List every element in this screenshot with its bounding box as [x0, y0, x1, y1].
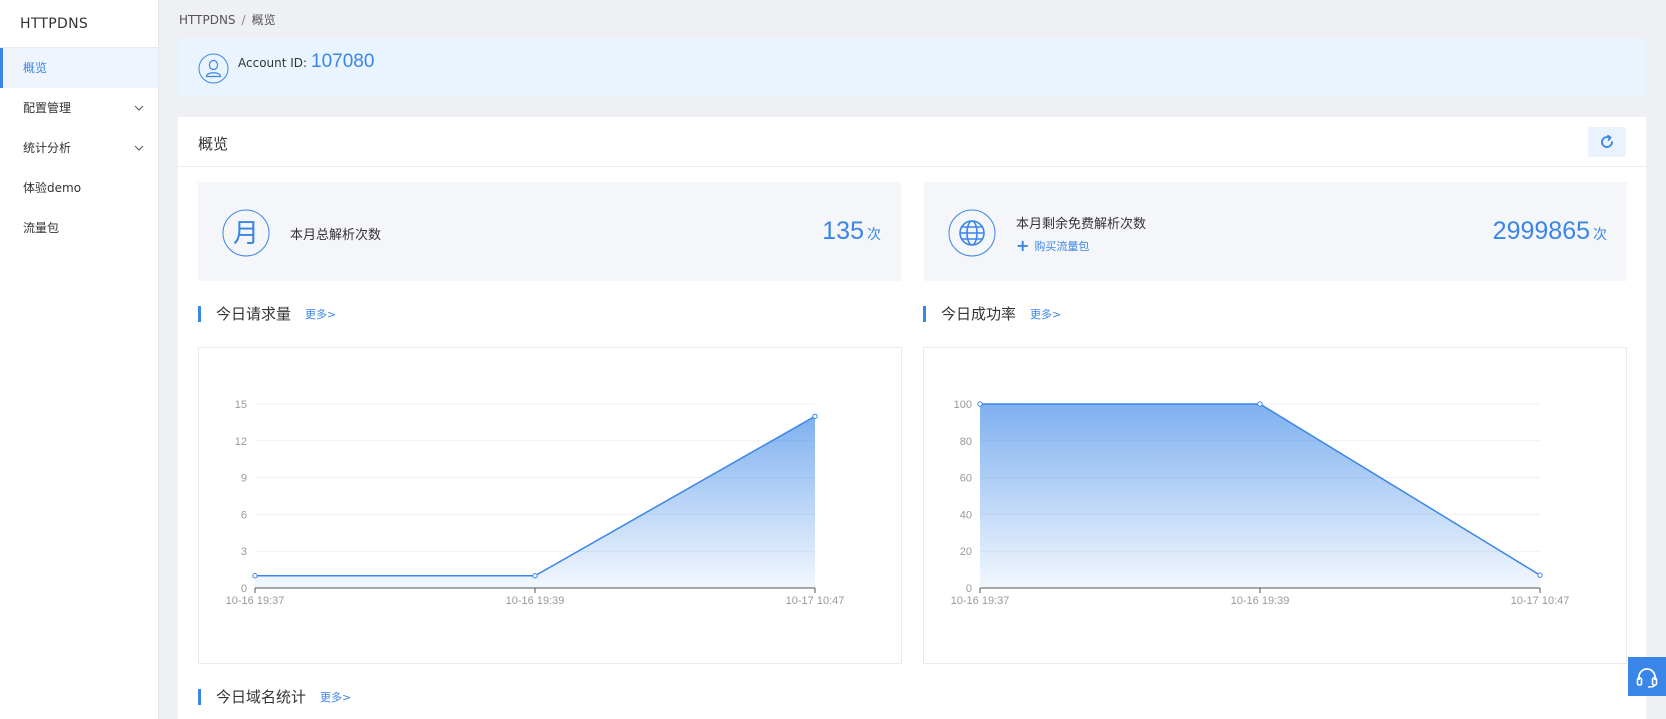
- refresh-button[interactable]: [1588, 127, 1626, 157]
- chevron-down-icon: [134, 105, 144, 111]
- more-link[interactable]: 更多>: [320, 689, 351, 705]
- more-link[interactable]: 更多>: [305, 306, 336, 322]
- y-tick-label: 40: [960, 509, 972, 521]
- y-tick-label: 12: [235, 436, 247, 448]
- x-tick-label: 10-17 10:47: [1511, 595, 1570, 607]
- x-tick-label: 10-16 19:37: [226, 595, 285, 607]
- data-point: [532, 573, 538, 579]
- panel-title: 概览: [198, 135, 229, 153]
- section-success: 今日成功率 更多>: [923, 303, 1061, 324]
- y-tick-label: 9: [241, 473, 247, 485]
- y-tick-label: 0: [241, 583, 247, 595]
- stat-number: 2999865: [1492, 217, 1590, 245]
- y-tick-label: 6: [241, 509, 247, 521]
- buy-traffic-package-link[interactable]: + 购买流量包: [1016, 238, 1089, 254]
- section-accent-bar: [198, 688, 201, 705]
- stat-unit: 次: [1593, 226, 1607, 242]
- panel-header: 概览: [178, 117, 1646, 167]
- chevron-down-icon: [134, 145, 144, 151]
- sidebar-item-label: 体验demo: [23, 181, 82, 195]
- breadcrumb-current: 概览: [251, 13, 276, 27]
- y-tick-label: 3: [241, 546, 247, 558]
- data-point: [1537, 572, 1543, 578]
- globe-icon: [948, 209, 996, 257]
- account-id-label: Account ID:: [238, 56, 308, 70]
- y-tick-label: 0: [966, 583, 972, 595]
- stat-card-remaining-free: 本月剩余免费解析次数 + 购买流量包 2999865 次: [924, 182, 1627, 281]
- area-fill: [255, 416, 815, 588]
- y-tick-label: 20: [960, 546, 972, 558]
- stat-unit: 次: [867, 226, 881, 242]
- support-button[interactable]: [1628, 657, 1666, 696]
- svg-text:月: 月: [233, 219, 259, 249]
- section-title: 今日成功率: [941, 305, 1017, 323]
- section-domains: 今日域名统计 更多>: [198, 686, 351, 707]
- data-point: [977, 401, 983, 407]
- sidebar-item-traffic-package[interactable]: 流量包: [0, 208, 158, 248]
- y-tick-label: 80: [960, 436, 972, 448]
- buy-link-label: 购买流量包: [1034, 240, 1090, 253]
- sidebar: HTTPDNS 概览 配置管理 统计分析 体验demo 流量包: [0, 0, 159, 719]
- sidebar-item-label: 流量包: [23, 221, 60, 235]
- sidebar-item-label: 概览: [23, 61, 48, 75]
- section-requests: 今日请求量 更多>: [198, 303, 336, 324]
- stat-value: 135 次: [822, 217, 881, 246]
- area-fill: [980, 404, 1540, 588]
- sidebar-item-label: 统计分析: [23, 141, 72, 155]
- sidebar-item-label: 配置管理: [23, 101, 72, 115]
- stat-card-monthly-total: 月 本月总解析次数 135 次: [198, 182, 901, 281]
- headset-icon: [1636, 667, 1658, 688]
- sidebar-item-demo[interactable]: 体验demo: [0, 168, 158, 208]
- data-point: [252, 573, 258, 579]
- account-id-value: 107080: [311, 51, 375, 72]
- stat-value: 2999865 次: [1493, 217, 1607, 246]
- refresh-icon: [1601, 134, 1613, 148]
- more-link[interactable]: 更多>: [1030, 306, 1061, 322]
- plus-icon: +: [1016, 236, 1030, 255]
- section-accent-bar: [923, 305, 926, 322]
- breadcrumb-root[interactable]: HTTPDNS: [179, 13, 236, 27]
- stat-label: 本月总解析次数: [290, 228, 382, 243]
- sidebar-item-statistics[interactable]: 统计分析: [0, 128, 158, 168]
- x-tick-label: 10-16 19:39: [506, 595, 565, 607]
- success-rate-chart-svg: 0 20 40 60 80 100 10-16 19:37 10-16 19:39 10-17 …: [951, 399, 1570, 607]
- x-tick-label: 10-16 19:39: [1231, 595, 1290, 607]
- section-title: 今日域名统计: [216, 688, 307, 706]
- sidebar-item-overview[interactable]: 概览: [0, 48, 158, 88]
- overview-panel: 概览 月 本月总解析次数 135 次 本月剩余免费解析次数 + 购买流量包 29…: [178, 117, 1646, 719]
- breadcrumb: HTTPDNS / 概览: [179, 11, 276, 28]
- x-tick-label: 10-16 19:37: [951, 595, 1010, 607]
- section-accent-bar: [198, 305, 201, 322]
- stat-label: 本月剩余免费解析次数: [1016, 217, 1147, 232]
- section-title: 今日请求量: [216, 305, 292, 323]
- data-point: [1257, 401, 1263, 407]
- y-tick-label: 15: [235, 399, 247, 411]
- breadcrumb-separator: /: [241, 13, 246, 27]
- x-tick-label: 10-17 10:47: [786, 595, 845, 607]
- month-calendar-icon: 月: [222, 209, 270, 257]
- y-tick-label: 60: [960, 473, 972, 485]
- account-bar: Account ID: 107080: [178, 38, 1646, 97]
- chart-requests: 0 3 6 9 12 15 10-16 19:37 10-16 19:39 10-17 10:4…: [198, 347, 902, 664]
- y-tick-label: 100: [954, 399, 972, 411]
- chart-success-rate: 0 20 40 60 80 100 10-16 19:37 10-16 19:39 10-17 …: [923, 347, 1627, 664]
- user-icon: [198, 53, 229, 84]
- stat-number: 135: [822, 217, 864, 245]
- sidebar-brand: HTTPDNS: [0, 0, 158, 48]
- data-point: [812, 413, 818, 419]
- requests-chart-svg: 0 3 6 9 12 15 10-16 19:37 10-16 19:39 10-17 10:4…: [226, 399, 845, 607]
- sidebar-item-config[interactable]: 配置管理: [0, 88, 158, 128]
